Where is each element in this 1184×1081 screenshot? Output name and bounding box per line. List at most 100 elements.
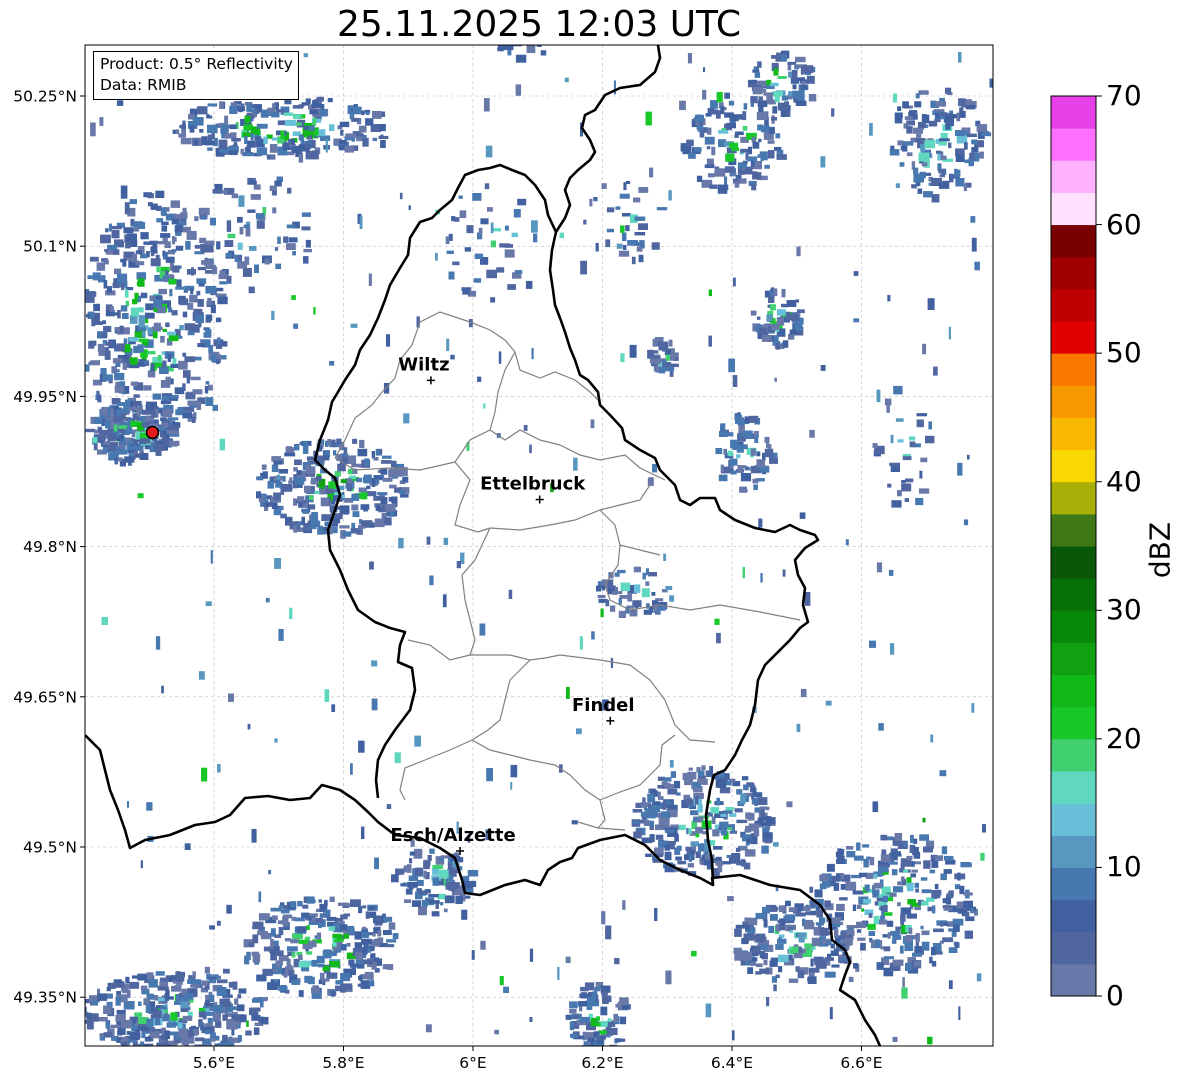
radar-echo <box>757 100 768 107</box>
radar-echo <box>750 835 758 845</box>
radar-echo <box>159 367 169 372</box>
radar-echo <box>274 247 279 251</box>
radar-echo <box>760 155 764 162</box>
radar-echo <box>761 334 772 342</box>
radar-echo <box>888 569 894 576</box>
radar-echo <box>331 950 337 957</box>
radar-echo <box>204 240 215 245</box>
info-box: Product: 0.5° Reflectivity Data: RMIB <box>93 51 299 100</box>
radar-echo <box>965 911 970 918</box>
radar-echo <box>752 69 760 73</box>
radar-echo <box>532 36 536 44</box>
radar-echo <box>869 123 873 136</box>
radar-echo <box>665 586 673 590</box>
radar-echo <box>658 817 670 826</box>
radar-echo <box>291 979 301 985</box>
radar-echo <box>808 94 817 102</box>
radar-echo <box>386 804 392 809</box>
radar-echo <box>929 869 936 874</box>
radar-echo <box>619 1016 627 1025</box>
radar-echo <box>668 190 672 201</box>
radar-echo <box>734 928 742 937</box>
radar-echo <box>601 585 606 591</box>
radar-echo <box>605 925 612 940</box>
radar-echo <box>389 484 397 489</box>
radar-echo <box>175 973 185 982</box>
radar-echo <box>103 1005 112 1015</box>
radar-echo <box>525 280 533 289</box>
radar-echo <box>831 917 841 924</box>
radar-echo <box>494 1029 499 1035</box>
radar-echo <box>740 793 746 804</box>
radar-echo <box>305 916 310 921</box>
radar-echo <box>667 784 674 789</box>
radar-echo <box>739 486 747 493</box>
radar-echo <box>916 419 924 428</box>
radar-echo <box>361 938 372 945</box>
radar-echo <box>114 372 125 381</box>
radar-echo <box>147 193 154 199</box>
radar-echo <box>157 997 165 1002</box>
radar-echo <box>149 1030 160 1039</box>
radar-echo <box>216 359 220 365</box>
radar-echo <box>734 181 740 188</box>
radar-echo <box>196 278 207 284</box>
radar-echo <box>826 863 835 872</box>
radar-echo <box>399 489 405 495</box>
radar-echo <box>380 140 386 148</box>
radar-echo <box>340 129 344 136</box>
radar-echo <box>917 121 926 129</box>
radar-echo <box>120 981 125 988</box>
radar-echo <box>366 485 371 490</box>
radar-echo <box>363 506 368 512</box>
radar-echo <box>112 358 123 364</box>
radar-echo <box>902 101 909 109</box>
radar-echo <box>179 325 184 331</box>
radar-echo <box>786 300 797 307</box>
radar-echo <box>615 206 621 210</box>
radar-echo <box>897 902 901 907</box>
radar-echo <box>819 883 827 890</box>
radar-echo <box>786 801 793 808</box>
radar-echo <box>860 942 866 951</box>
radar-echo <box>668 363 679 368</box>
radar-echo <box>694 783 701 788</box>
radar-echo <box>297 496 305 502</box>
radar-echo <box>231 193 238 199</box>
radar-echo <box>729 458 738 466</box>
city-label: Esch/Alzette <box>390 825 515 846</box>
radar-echo <box>85 1006 87 1013</box>
radar-echo <box>632 809 643 813</box>
radar-echo <box>764 448 774 458</box>
radar-echo <box>747 812 755 821</box>
radar-echo <box>762 89 767 93</box>
radar-echo <box>615 1038 626 1042</box>
radar-echo <box>207 103 218 107</box>
radar-echo <box>358 740 365 753</box>
radar-echo <box>160 207 167 216</box>
radar-echo <box>768 296 775 303</box>
radar-echo <box>894 833 903 841</box>
radar-echo <box>691 950 697 957</box>
radar-echo <box>97 993 108 1001</box>
radar-echo <box>187 269 196 275</box>
radar-echo <box>767 150 775 159</box>
radar-echo <box>133 227 140 232</box>
radar-echo <box>736 819 748 824</box>
radar-echo <box>980 852 985 861</box>
radar-echo <box>795 100 807 106</box>
radar-echo <box>156 266 160 273</box>
radar-echo <box>216 987 227 996</box>
radar-echo <box>586 1006 593 1010</box>
radar-echo <box>144 312 155 319</box>
radar-echo <box>919 834 929 841</box>
radar-echo <box>757 61 762 68</box>
colorbar-tick-label: 70 <box>1106 79 1142 112</box>
radar-echo <box>378 135 389 140</box>
radar-echo <box>904 942 914 951</box>
radar-echo <box>884 912 893 916</box>
radar-echo <box>927 298 935 310</box>
radar-echo <box>919 470 923 479</box>
radar-echo <box>343 933 349 939</box>
x-tick-label: 6.4°E <box>711 1054 753 1072</box>
